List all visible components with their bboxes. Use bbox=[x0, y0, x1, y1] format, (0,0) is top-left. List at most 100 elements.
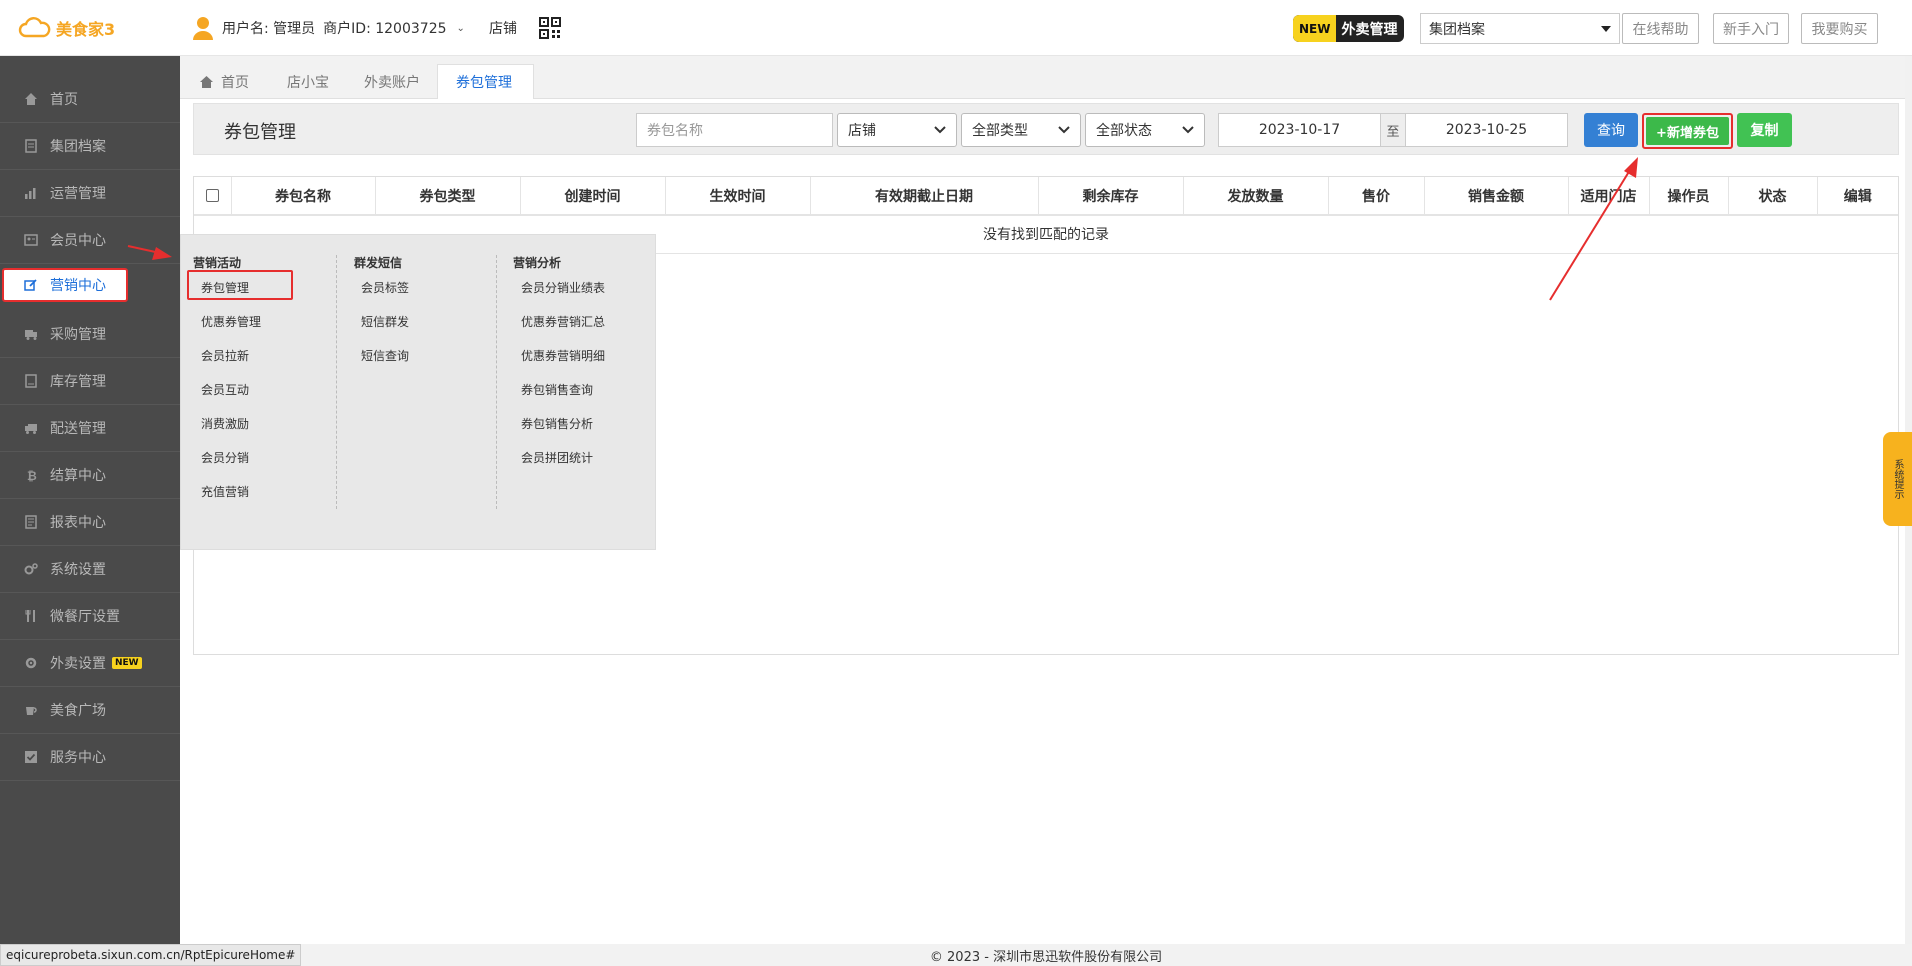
sidebar-item-label: 结算中心 bbox=[50, 468, 106, 484]
menu-item-distribution-performance[interactable]: 会员分销业绩表 bbox=[513, 281, 605, 315]
menu-item-member-interaction[interactable]: 会员互动 bbox=[193, 383, 261, 417]
tab-home[interactable]: 首页 bbox=[182, 64, 267, 99]
sidebar-item-delivery[interactable]: 配送管理 bbox=[0, 405, 180, 452]
user-info[interactable]: 用户名: 管理员 商户ID: 12003725 ⌄ bbox=[192, 16, 465, 40]
status-select-value: 全部状态 bbox=[1096, 123, 1152, 139]
top-header: 美食家3 用户名: 管理员 商户ID: 12003725 ⌄ 店铺 NEW 外卖… bbox=[0, 0, 1912, 56]
menu-item-package-sales-query[interactable]: 券包销售查询 bbox=[513, 383, 605, 417]
chevron-down-icon[interactable]: ⌄ bbox=[457, 23, 465, 34]
sidebar-item-home[interactable]: 首页 bbox=[0, 76, 180, 123]
sidebar-item-label: 美食广场 bbox=[50, 703, 106, 719]
col-applicable-stores[interactable]: 适用门店 bbox=[1568, 177, 1650, 216]
col-sales-amount[interactable]: 销售金额 bbox=[1424, 177, 1569, 216]
sidebar-item-service-center[interactable]: 服务中心 bbox=[0, 734, 180, 781]
sidebar-item-operations[interactable]: 运营管理 bbox=[0, 170, 180, 217]
sidebar-item-purchase[interactable]: 采购管理 bbox=[0, 311, 180, 358]
menu-item-coupon-management[interactable]: 优惠券管理 bbox=[193, 315, 261, 349]
col-remaining-stock[interactable]: 剩余库存 bbox=[1038, 177, 1184, 216]
menu-item-consumption-incentive[interactable]: 消费激励 bbox=[193, 417, 261, 451]
start-date-input[interactable]: 2023-10-17 bbox=[1218, 113, 1381, 147]
sidebar-item-label: 首页 bbox=[50, 92, 78, 108]
menu-item-coupon-marketing-detail[interactable]: 优惠券营销明细 bbox=[513, 349, 605, 383]
menu-item-recharge-marketing[interactable]: 充值营销 bbox=[193, 485, 261, 519]
qr-code-icon[interactable] bbox=[539, 17, 561, 39]
marketing-mega-menu: 营销活动 券包管理 优惠券管理 会员拉新 会员互动 消费激励 会员分销 充值营销… bbox=[180, 234, 656, 550]
cutlery-icon bbox=[24, 609, 38, 623]
sidebar-item-takeout-settings[interactable]: 外卖设置 NEW bbox=[0, 640, 180, 687]
chevron-down-icon bbox=[934, 126, 946, 134]
menu-item-member-tags[interactable]: 会员标签 bbox=[354, 281, 409, 315]
col-coupon-name[interactable]: 券包名称 bbox=[231, 177, 376, 216]
sidebar-item-marketing-center[interactable]: 营销中心 bbox=[2, 268, 128, 302]
menu-item-sms-broadcast[interactable]: 短信群发 bbox=[354, 315, 409, 349]
col-expiry-date[interactable]: 有效期截止日期 bbox=[810, 177, 1039, 216]
col-edit[interactable]: 编辑 bbox=[1817, 177, 1898, 216]
copy-button[interactable]: 复制 bbox=[1737, 113, 1792, 147]
edit-icon bbox=[24, 278, 38, 292]
sidebar-item-label: 系统设置 bbox=[50, 562, 106, 578]
online-help-button[interactable]: 在线帮助 bbox=[1622, 13, 1699, 44]
store-link[interactable]: 店铺 bbox=[489, 18, 517, 38]
end-date-input[interactable]: 2023-10-25 bbox=[1405, 113, 1568, 147]
coupon-package-name-input[interactable]: 券包名称 bbox=[636, 113, 833, 147]
buy-button[interactable]: 我要购买 bbox=[1801, 13, 1878, 44]
menu-item-package-sales-analysis[interactable]: 券包销售分析 bbox=[513, 417, 605, 451]
col-operator[interactable]: 操作员 bbox=[1649, 177, 1729, 216]
archive-select[interactable]: 集团档案 bbox=[1420, 13, 1620, 44]
new-tag: NEW bbox=[1293, 15, 1337, 42]
col-status[interactable]: 状态 bbox=[1728, 177, 1818, 216]
col-effective-time[interactable]: 生效时间 bbox=[665, 177, 811, 216]
menu-item-member-acquisition[interactable]: 会员拉新 bbox=[193, 349, 261, 383]
menu-item-member-distribution[interactable]: 会员分销 bbox=[193, 451, 261, 485]
type-select-value: 全部类型 bbox=[972, 123, 1028, 139]
col-created-time[interactable]: 创建时间 bbox=[520, 177, 666, 216]
sidebar-item-label: 集团档案 bbox=[50, 139, 106, 155]
beginner-guide-button[interactable]: 新手入门 bbox=[1713, 13, 1789, 44]
menu-column-marketing-analysis: 营销分析 会员分销业绩表 优惠券营销汇总 优惠券营销明细 券包销售查询 券包销售… bbox=[513, 254, 605, 485]
sidebar-item-label: 采购管理 bbox=[50, 327, 106, 343]
menu-item-sms-query[interactable]: 短信查询 bbox=[354, 349, 409, 383]
col-issued-quantity[interactable]: 发放数量 bbox=[1183, 177, 1329, 216]
tab-coupon-package[interactable]: 券包管理 bbox=[437, 64, 534, 99]
logo-text: 美食家3 bbox=[56, 20, 116, 39]
col-price[interactable]: 售价 bbox=[1328, 177, 1425, 216]
sidebar-item-system-settings[interactable]: 系统设置 bbox=[0, 546, 180, 593]
sidebar-item-member-center[interactable]: 会员中心 bbox=[0, 217, 180, 264]
query-button[interactable]: 查询 bbox=[1584, 113, 1638, 147]
truck-icon bbox=[24, 327, 38, 341]
user-avatar-icon bbox=[192, 16, 214, 40]
menu-heading: 群发短信 bbox=[354, 256, 403, 270]
footer: © 2023 - 深圳市思迅软件股份有限公司 bbox=[180, 944, 1912, 966]
tab-dianxiaobao[interactable]: 店小宝 bbox=[269, 64, 347, 99]
menu-column-sms: 群发短信 会员标签 短信群发 短信查询 bbox=[354, 254, 409, 383]
sidebar-item-settlement[interactable]: ₿ 结算中心 bbox=[0, 452, 180, 499]
tab-takeout-account[interactable]: 外卖账户 bbox=[346, 64, 438, 99]
sidebar-item-reports[interactable]: 报表中心 bbox=[0, 499, 180, 546]
sidebar-item-group-archive[interactable]: 集团档案 bbox=[0, 123, 180, 170]
sidebar-item-label: 服务中心 bbox=[50, 750, 106, 766]
status-select[interactable]: 全部状态 bbox=[1085, 113, 1205, 147]
menu-divider bbox=[336, 255, 337, 509]
sidebar-item-inventory[interactable]: 库存管理 bbox=[0, 358, 180, 405]
select-all-checkbox[interactable] bbox=[205, 189, 219, 202]
app-logo[interactable]: 美食家3 bbox=[18, 16, 115, 40]
add-coupon-package-button[interactable]: +新增券包 bbox=[1646, 117, 1729, 145]
takeout-management-badge[interactable]: NEW 外卖管理 bbox=[1293, 15, 1405, 42]
col-coupon-type[interactable]: 券包类型 bbox=[375, 177, 521, 216]
tab-bar: 首页 店小宝 外卖账户 券包管理 bbox=[180, 56, 1912, 99]
select-all-checkbox-cell[interactable] bbox=[194, 177, 232, 216]
sidebar-item-micro-restaurant[interactable]: 微餐厅设置 bbox=[0, 593, 180, 640]
bar-chart-icon bbox=[24, 186, 38, 200]
sidebar-item-label: 会员中心 bbox=[50, 233, 106, 249]
tab-label: 首页 bbox=[221, 74, 249, 91]
add-coupon-package-highlight: +新增券包 bbox=[1642, 113, 1733, 149]
menu-item-coupon-marketing-summary[interactable]: 优惠券营销汇总 bbox=[513, 315, 605, 349]
system-tip-tab[interactable]: 系统提示 bbox=[1883, 432, 1912, 526]
menu-item-group-buy-stats[interactable]: 会员拼团统计 bbox=[513, 451, 605, 485]
store-select[interactable]: 店铺 bbox=[837, 113, 957, 147]
report-icon bbox=[24, 515, 38, 529]
sidebar-item-food-court[interactable]: 美食广场 bbox=[0, 687, 180, 734]
document-icon bbox=[24, 139, 38, 153]
type-select[interactable]: 全部类型 bbox=[961, 113, 1081, 147]
member-card-icon bbox=[24, 233, 38, 247]
